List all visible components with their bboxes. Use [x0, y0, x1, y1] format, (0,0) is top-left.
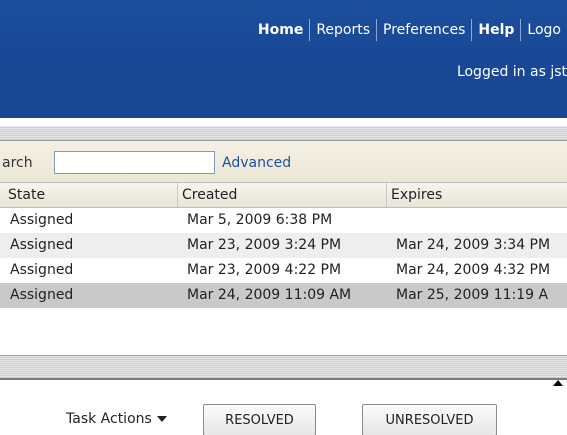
table-header: State Created Expires: [0, 182, 567, 208]
chevron-down-icon: [156, 416, 167, 422]
nav-preferences-link[interactable]: Preferences: [377, 18, 471, 42]
task-actions-menu[interactable]: Task Actions: [66, 411, 167, 427]
nav-logout-link[interactable]: Logo: [521, 18, 567, 42]
unresolved-button[interactable]: UNRESOLVED: [362, 404, 497, 435]
cell-created: Mar 23, 2009 4:22 PM: [187, 262, 342, 278]
task-table: State Created Expires Assigned Mar 5, 20…: [0, 182, 567, 308]
nav-reports-link[interactable]: Reports: [310, 18, 376, 42]
task-actions-label: Task Actions: [66, 411, 152, 427]
column-header-state[interactable]: State: [0, 183, 178, 207]
table-row[interactable]: Assigned Mar 5, 2009 6:38 PM: [0, 208, 567, 233]
cell-expires: Mar 25, 2009 11:19 A: [396, 287, 549, 303]
cell-created: Mar 23, 2009 3:24 PM: [187, 237, 342, 253]
horizontal-scrollbar[interactable]: [0, 355, 567, 380]
search-input[interactable]: [54, 151, 215, 174]
nav-help-link[interactable]: Help: [472, 18, 520, 42]
panel-title-bar: [0, 126, 567, 141]
scroll-up-arrow-icon[interactable]: [553, 380, 563, 386]
top-nav: Home Reports Preferences Help Logo: [252, 18, 567, 42]
logged-in-status: Logged in as jst: [456, 64, 567, 80]
table-row[interactable]: Assigned Mar 23, 2009 4:22 PM Mar 24, 20…: [0, 258, 567, 283]
cell-created: Mar 5, 2009 6:38 PM: [187, 212, 333, 228]
nav-home-link[interactable]: Home: [252, 18, 309, 42]
resolved-button[interactable]: RESOLVED: [203, 404, 316, 435]
table-row[interactable]: Assigned Mar 23, 2009 3:24 PM Mar 24, 20…: [0, 233, 567, 258]
cell-state: Assigned: [10, 212, 74, 228]
app-header: Home Reports Preferences Help Logo Logge…: [0, 0, 567, 118]
cell-created: Mar 24, 2009 11:09 AM: [187, 287, 352, 303]
cell-state: Assigned: [10, 287, 74, 303]
cell-state: Assigned: [10, 237, 74, 253]
table-row-selected[interactable]: Assigned Mar 24, 2009 11:09 AM Mar 25, 2…: [0, 283, 567, 308]
search-label: arch: [2, 155, 33, 171]
cell-state: Assigned: [10, 262, 74, 278]
search-toolbar: arch Advanced: [0, 141, 567, 182]
advanced-search-link[interactable]: Advanced: [222, 155, 291, 171]
column-header-expires[interactable]: Expires: [387, 183, 567, 207]
cell-expires: Mar 24, 2009 3:34 PM: [396, 237, 551, 253]
column-header-created[interactable]: Created: [178, 183, 387, 207]
cell-expires: Mar 24, 2009 4:32 PM: [396, 262, 551, 278]
